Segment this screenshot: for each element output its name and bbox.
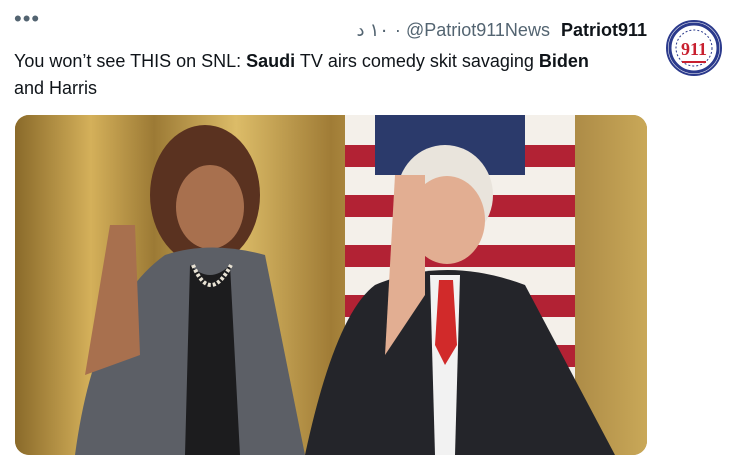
display-name[interactable]: Patriot911: [561, 20, 647, 40]
user-handle[interactable]: @Patriot911News: [406, 20, 550, 40]
tweet-media-video[interactable]: [15, 115, 647, 455]
tweet-header: ١٠ د · @Patriot911News Patriot911: [356, 20, 647, 40]
video-thumbnail: [15, 115, 647, 455]
avatar[interactable]: 911: [666, 20, 722, 76]
timestamp[interactable]: ١٠ د: [357, 20, 389, 40]
logo-text: 911: [681, 39, 707, 59]
tweet-text-part: You won’t see THIS on SNL:: [14, 51, 247, 71]
tweet-text-bold: Biden: [538, 51, 589, 71]
more-options-icon[interactable]: •••: [14, 8, 40, 30]
tweet-text-part: and Harris: [14, 78, 98, 98]
tweet-text: You won’t see THIS on SNL: Saudi TV airs…: [14, 48, 634, 102]
patriot911-logo-icon: 911: [668, 22, 720, 74]
tweet-card[interactable]: ••• ١٠ د · @Patriot911News Patriot911 911…: [0, 0, 743, 455]
tweet-text-bold: Saudi: [246, 51, 296, 71]
tweet-text-part: TV airs comedy skit savaging: [295, 51, 539, 71]
